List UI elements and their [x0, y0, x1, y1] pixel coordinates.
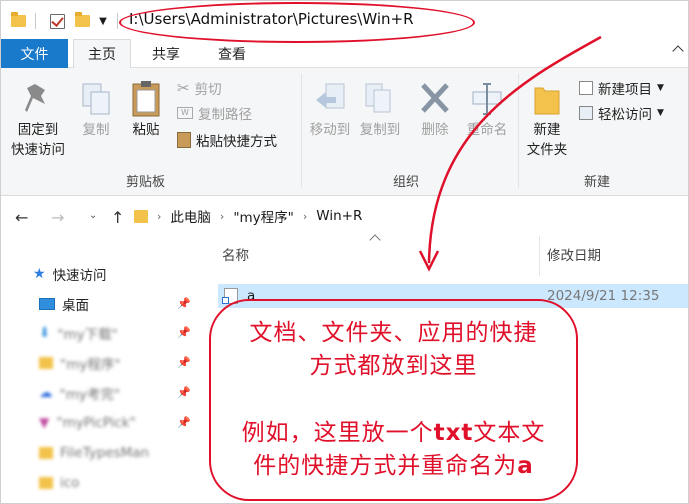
- annotation-line-3-bold: txt: [433, 420, 474, 446]
- annotation-line-4-bold: a: [517, 453, 534, 479]
- annotation-line-3-pre: 例如，这里放一个: [241, 420, 434, 446]
- explorer-window: ▼ I:\Users\Administrator\Pictures\Win+R …: [0, 0, 689, 504]
- annotation-line-4: 件的快捷方式并重命名为a: [209, 446, 578, 480]
- annotation-line-3-post: 文本文: [473, 420, 546, 446]
- annotation-line-1: 文档、文件夹、应用的快捷: [249, 320, 538, 346]
- annotation-line-3: 例如，这里放一个txt文本文: [209, 413, 578, 447]
- annotation-line-4-pre: 件的快捷方式并重命名为: [253, 453, 518, 479]
- annotation-line-2: 方式都放到这里: [309, 353, 478, 379]
